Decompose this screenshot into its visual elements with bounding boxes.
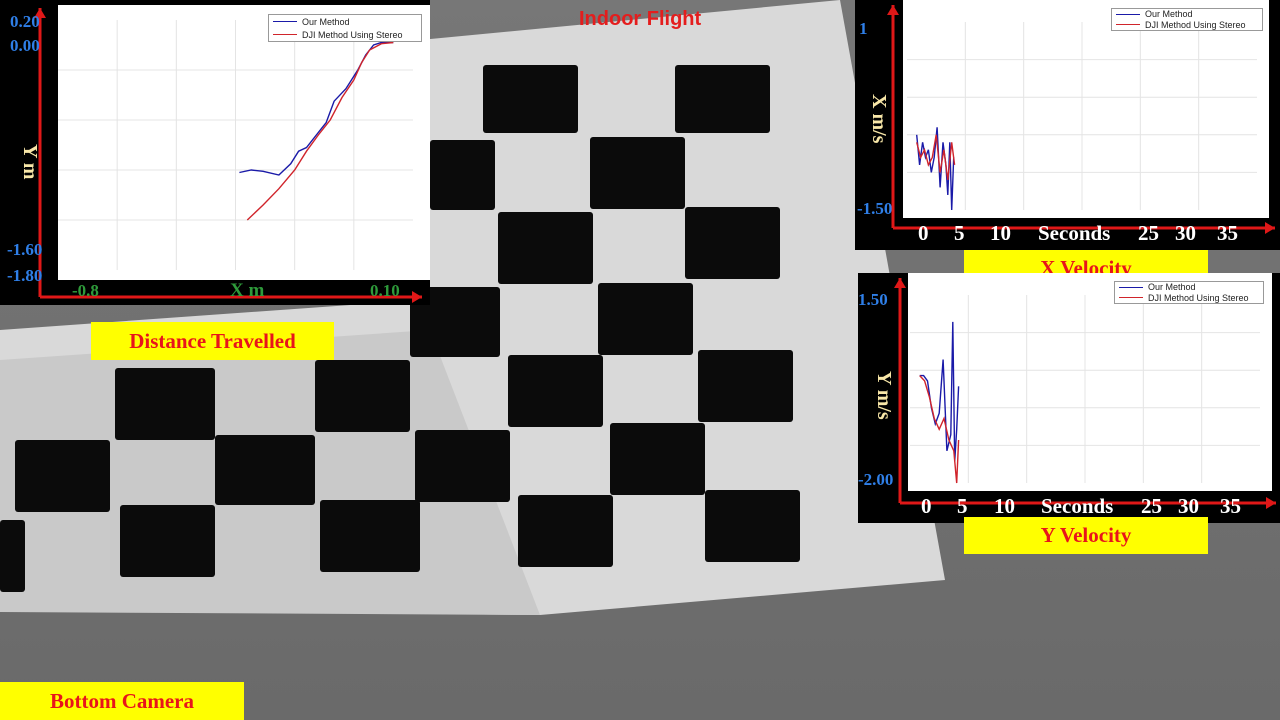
xvel-ytick-0: 1: [859, 19, 868, 38]
series-our-method-line: [239, 41, 394, 176]
xvel-xtick-5: 35: [1217, 221, 1238, 245]
distance-ytick-2: -1.60: [7, 240, 43, 259]
y-axis-arrow: [894, 278, 906, 288]
distance-xlabel: X m: [230, 280, 265, 301]
distance-chart-panel: Our Method DJI Method Using Stereo 0.20 …: [0, 0, 430, 305]
legend-dji-method: DJI Method Using Stereo: [302, 29, 403, 40]
legend-swatch-dji: [1116, 24, 1140, 25]
yvel-xtick-4: 30: [1178, 494, 1199, 518]
legend-our-method: Our Method: [1148, 282, 1196, 292]
xvel-chart-panel: Our Method DJI Method Using Stereo 1 -1.…: [855, 0, 1280, 250]
page-title: Indoor Flight: [579, 8, 702, 30]
distance-ylabel: Y m: [19, 144, 41, 180]
y-axis-arrow: [887, 5, 899, 15]
checker-square: [610, 423, 705, 495]
yvel-legend: Our Method DJI Method Using Stereo: [1114, 281, 1264, 304]
xvel-xaxis-strip: 0 5 10 Seconds 25 30 35: [905, 218, 1280, 250]
checker-square: [705, 490, 800, 562]
legend-swatch-our: [273, 21, 297, 22]
checker-square: [483, 65, 578, 133]
xvel-xtick-1: 5: [954, 221, 965, 245]
checker-square: [518, 495, 613, 567]
distance-xtick-1: 0.10: [370, 281, 400, 300]
xvel-xtick-4: 30: [1175, 221, 1196, 245]
checker-square: [498, 212, 593, 284]
checker-square: [115, 368, 215, 440]
legend-dji-method: DJI Method Using Stereo: [1148, 292, 1249, 303]
xvel-ylabel: X m/s: [868, 94, 890, 144]
xvel-xtick-0: 0: [918, 221, 929, 245]
checker-square: [430, 140, 495, 210]
distance-chart: [34, 8, 422, 303]
checker-square: [120, 505, 215, 577]
xvel-xtick-2: 10: [990, 221, 1011, 245]
yvel-ytick-1: -2.00: [858, 470, 894, 489]
checker-square: [320, 500, 420, 572]
series-dji-method-line: [246, 41, 394, 221]
distance-caption: Distance Travelled: [91, 322, 334, 360]
distance-xtick-0: -0.8: [72, 281, 99, 300]
distance-ytick-3: -1.80: [7, 266, 43, 285]
checker-square: [598, 283, 693, 355]
y-velocity-chart: [894, 278, 1276, 509]
checker-square: [675, 65, 770, 133]
yvel-caption: Y Velocity: [964, 517, 1208, 554]
checker-square: [15, 440, 110, 512]
x-velocity-chart: [887, 5, 1275, 234]
yvel-chart-panel: Our Method DJI Method Using Stereo 1.50 …: [858, 273, 1280, 523]
camera-label: Bottom Camera: [0, 682, 244, 720]
xvel-ytick-1: -1.50: [857, 199, 893, 218]
series-dji-method-line: [919, 375, 960, 484]
checker-square: [315, 360, 410, 432]
yvel-xtick-3: 25: [1141, 494, 1162, 518]
legend-swatch-dji: [1119, 297, 1143, 298]
checker-square: [698, 350, 793, 422]
xvel-xlabel: Seconds: [1038, 221, 1111, 245]
yvel-xtick-1: 5: [957, 494, 968, 518]
distance-legend: Our Method DJI Method Using Stereo: [268, 14, 422, 42]
yvel-xtick-2: 10: [994, 494, 1015, 518]
x-axis-arrow: [412, 291, 422, 303]
yvel-xtick-5: 35: [1220, 494, 1241, 518]
checker-square: [508, 355, 603, 427]
yvel-ylabel: Y m/s: [873, 371, 895, 420]
legend-dji-method: DJI Method Using Stereo: [1145, 19, 1246, 30]
series-our-method-line: [919, 321, 960, 462]
yvel-xlabel: Seconds: [1041, 494, 1114, 518]
checker-square: [215, 435, 315, 505]
legend-our-method: Our Method: [1145, 9, 1193, 19]
checker-square: [685, 207, 780, 279]
checker-square: [0, 520, 25, 592]
checker-square: [590, 137, 685, 209]
yvel-ytick-0: 1.50: [858, 290, 888, 309]
xvel-xtick-3: 25: [1138, 221, 1159, 245]
legend-swatch-our: [1119, 286, 1143, 288]
legend-swatch-dji: [273, 34, 297, 35]
legend-our-method: Our Method: [302, 16, 350, 27]
xvel-legend: Our Method DJI Method Using Stereo: [1111, 8, 1263, 31]
distance-ytick-1: 0.00: [10, 36, 40, 55]
legend-swatch-our: [1116, 13, 1140, 15]
checker-square: [415, 430, 510, 502]
distance-ytick-0: 0.20: [10, 12, 40, 31]
yvel-xtick-0: 0: [921, 494, 932, 518]
